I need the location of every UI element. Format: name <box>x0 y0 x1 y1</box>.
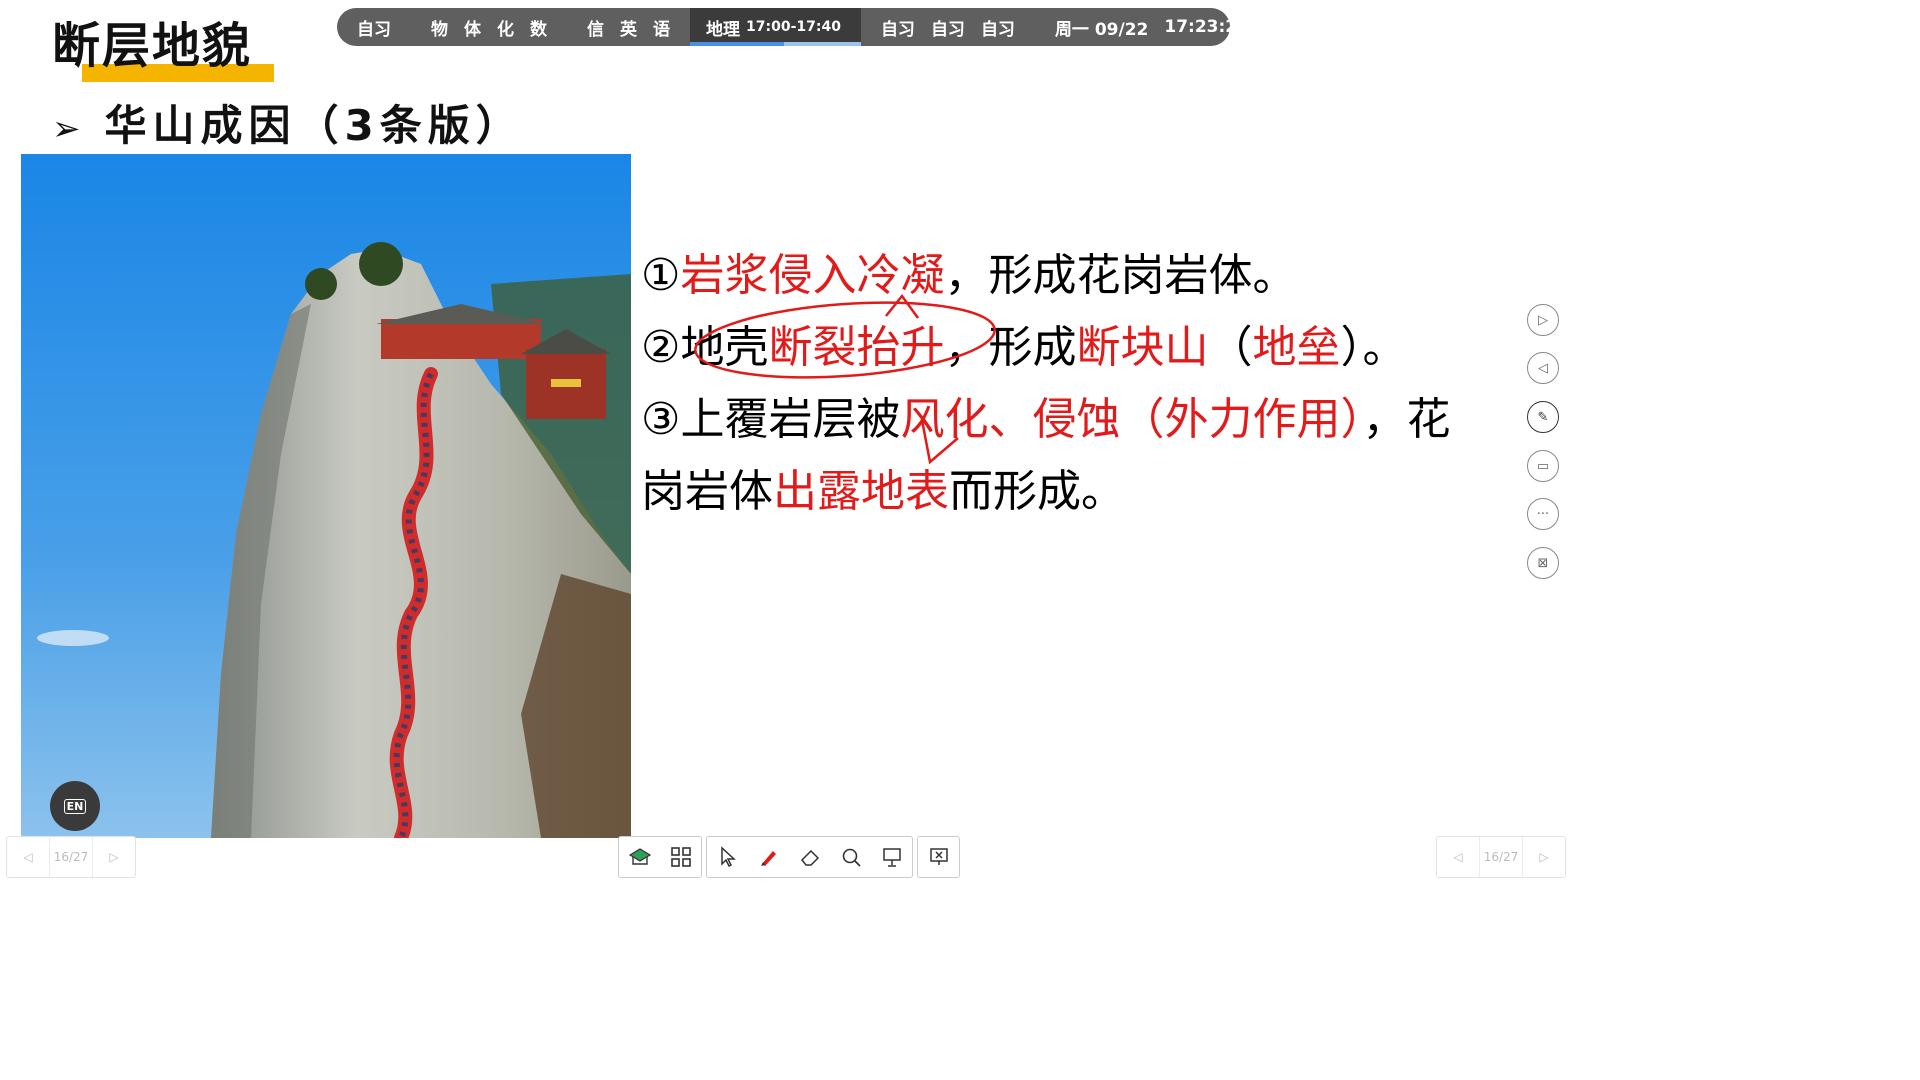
class-schedule-bar: 自习 物 体 化 数 信 英 语 地理 17:00-17:40 自习 自习 自习… <box>337 8 1249 46</box>
mountain-illustration <box>21 154 631 838</box>
arrow-bullet-icon: ➢ <box>52 109 87 149</box>
select-tool-button[interactable] <box>707 837 748 877</box>
grid-icon <box>670 847 691 867</box>
schedule-clock: 17:23:20 <box>1164 17 1249 37</box>
reason-line-1: ①岩浆侵入冷凝，形成花岗岩体。 <box>641 250 1297 301</box>
next-page-button[interactable]: ▷ <box>1523 837 1565 877</box>
eraser-icon <box>800 849 819 866</box>
reason-line-4: 岗岩体出露地表而形成。 <box>641 466 1125 517</box>
slide-content: ①岩浆侵入冷凝，形成花岗岩体。 ②地壳断裂抬升，形成断块山（地垒）。 ③上覆岩层… <box>641 240 1521 528</box>
schedule-item: 英 <box>620 19 637 40</box>
schedule-segment-3: 信 英 语 <box>567 8 690 46</box>
class-tool-button[interactable] <box>619 837 660 877</box>
page-indicator[interactable]: 16/27 <box>1480 837 1523 877</box>
schedule-segment-1: 自习 <box>337 8 411 46</box>
schedule-item: 语 <box>653 19 670 40</box>
schedule-item: 体 <box>464 19 481 40</box>
screen-tool-side-button[interactable]: ▭ <box>1527 450 1559 482</box>
slide-title: 断层地貌 <box>52 18 253 74</box>
next-page-button[interactable]: ▷ <box>93 837 135 877</box>
page-indicator[interactable]: 16/27 <box>50 837 93 877</box>
schedule-item: 自习 <box>980 19 1015 40</box>
exit-presentation-icon <box>929 848 948 865</box>
prev-page-side-button[interactable]: ◁ <box>1527 352 1559 384</box>
toolbar-group-1 <box>618 836 702 878</box>
toolbar-group-3 <box>917 836 960 878</box>
schedule-item: 数 <box>530 19 547 40</box>
prev-page-button[interactable]: ◁ <box>1437 837 1480 877</box>
monitor-icon: ▭ <box>1536 458 1550 474</box>
presentation-toolbar <box>618 836 960 878</box>
search-icon <box>842 848 861 867</box>
more-icon: ··· <box>1536 506 1550 522</box>
play-left-icon: ◁ <box>1538 360 1548 376</box>
pager-left: ◁ 16/27 ▷ <box>6 836 136 878</box>
input-language-badge[interactable]: EN <box>50 781 100 831</box>
pen-tool-button[interactable] <box>748 837 789 877</box>
pen-tool-side-button[interactable]: ✎ <box>1527 401 1559 433</box>
eraser-tool-button[interactable] <box>789 837 830 877</box>
close-screen-icon: ⊠ <box>1537 555 1549 571</box>
schedule-item: 物 <box>431 19 448 40</box>
schedule-datetime: 周一 09/22 17:23:20 <box>1035 8 1269 46</box>
exit-show-side-button[interactable]: ⊠ <box>1527 547 1559 579</box>
cursor-icon <box>720 846 736 868</box>
play-right-icon: ▷ <box>1538 312 1548 328</box>
schedule-item: 自习 <box>357 19 391 40</box>
mount-hua-photo <box>21 154 631 838</box>
schedule-item: 信 <box>587 19 604 40</box>
more-side-button[interactable]: ··· <box>1527 498 1559 530</box>
whiteboard-button[interactable] <box>871 837 912 877</box>
schedule-date: 周一 09/22 <box>1054 19 1149 40</box>
board-icon <box>882 848 901 867</box>
pen-icon: ✎ <box>1537 409 1549 425</box>
schedule-segment-2: 物 体 化 数 <box>411 8 567 46</box>
reason-line-3: ③上覆岩层被风化、侵蚀（外力作用），花 <box>641 394 1451 445</box>
end-show-button[interactable] <box>918 837 959 877</box>
apps-button[interactable] <box>660 837 701 877</box>
slide-subtitle: ➢ 华山成因（3条版） <box>52 92 524 153</box>
reason-line-2: ②地壳断裂抬升，形成断块山（地垒）。 <box>641 322 1407 373</box>
schedule-item: 化 <box>497 19 514 40</box>
toolbar-group-2 <box>706 836 913 878</box>
subtitle-text: 华山成因（3条版） <box>104 101 524 150</box>
prev-page-button[interactable]: ◁ <box>7 837 50 877</box>
schedule-item: 自习 <box>880 19 915 40</box>
next-page-side-button[interactable]: ▷ <box>1527 304 1559 336</box>
current-subject: 地理 <box>706 19 740 40</box>
schedule-current-class: 地理 17:00-17:40 <box>690 8 861 46</box>
magnifier-tool-button[interactable] <box>830 837 871 877</box>
red-pen-icon <box>760 851 776 866</box>
current-time: 17:00-17:40 <box>746 19 841 35</box>
schedule-item: 自习 <box>930 19 965 40</box>
pager-right: ◁ 16/27 ▷ <box>1436 836 1566 878</box>
schedule-segment-5: 自习 自习 自习 <box>861 8 1035 46</box>
hat-icon <box>628 848 651 865</box>
